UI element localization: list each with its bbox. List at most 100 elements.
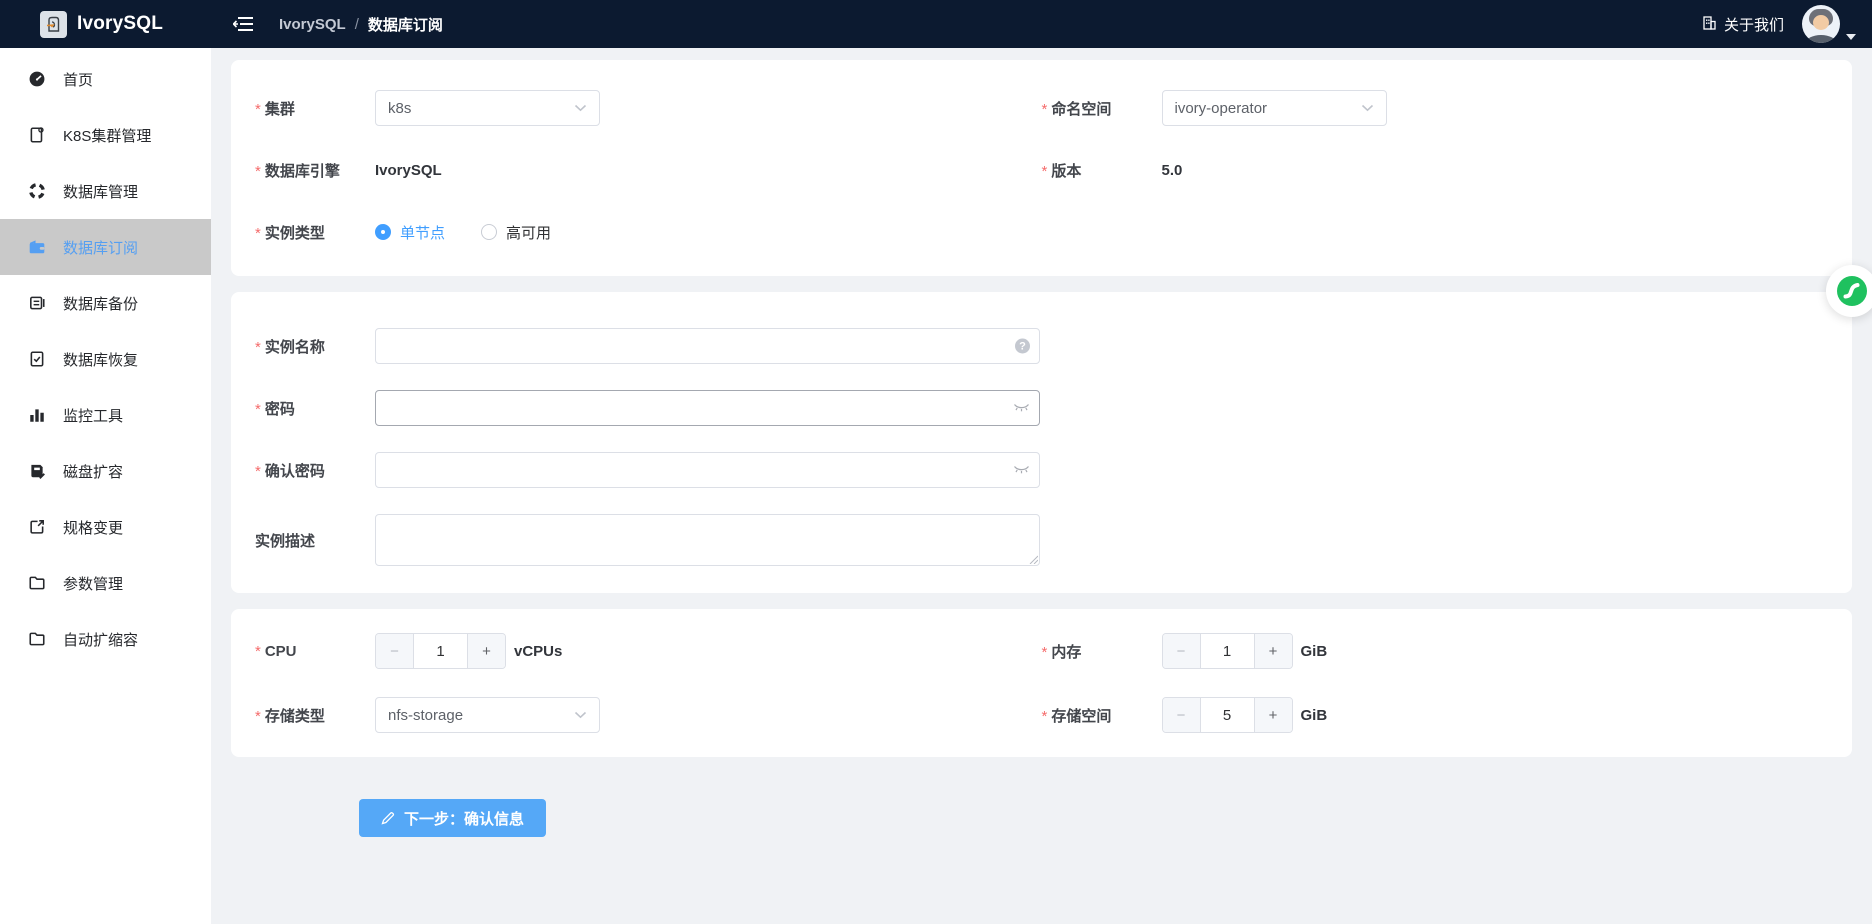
sidebar-item-label: K8S集群管理 xyxy=(63,125,151,146)
storage-type-select[interactable]: nfs-storage xyxy=(375,697,600,733)
radio-label: 单节点 xyxy=(400,222,445,243)
version-label: *版本 xyxy=(1042,160,1162,181)
help-icon[interactable]: ? xyxy=(1015,339,1030,354)
brand[interactable]: IvorySQL xyxy=(0,11,211,38)
breadcrumb: IvorySQL / 数据库订阅 xyxy=(279,14,443,35)
sidebar-item-label: 数据库管理 xyxy=(63,181,138,202)
namespace-label: *命名空间 xyxy=(1042,98,1162,119)
radio-label: 高可用 xyxy=(506,222,551,243)
sidebar-item-autoscale[interactable]: 自动扩缩容 xyxy=(0,611,211,667)
sidebar-item-param-manage[interactable]: 参数管理 xyxy=(0,555,211,611)
cpu-unit: vCPUs xyxy=(514,643,562,660)
sidebar-item-label: 监控工具 xyxy=(63,405,123,426)
description-label: 实例描述 xyxy=(255,530,375,551)
about-us-label: 关于我们 xyxy=(1724,14,1784,35)
basic-info-card: *集群 k8s *命名空间 ivory-operator *数据库引擎 Ivor… xyxy=(231,60,1852,276)
sidebar-item-database-restore[interactable]: 数据库恢复 xyxy=(0,331,211,387)
chevron-down-icon xyxy=(574,711,587,719)
monitor-tools-icon xyxy=(27,406,46,425)
memory-unit: GiB xyxy=(1301,643,1328,660)
storage-type-select-value: nfs-storage xyxy=(388,707,463,724)
increase-button[interactable]: + xyxy=(1254,698,1292,732)
decrease-button[interactable]: − xyxy=(1163,634,1201,668)
required-marker: * xyxy=(255,708,261,725)
required-marker: * xyxy=(255,643,261,660)
about-us-link[interactable]: 关于我们 xyxy=(1702,14,1784,35)
storage-type-row: *存储类型 nfs-storage xyxy=(255,697,1042,733)
cluster-select[interactable]: k8s xyxy=(375,90,600,126)
namespace-row: *命名空间 ivory-operator xyxy=(1042,90,1829,126)
memory-row: *内存 − 1 + GiB xyxy=(1042,633,1829,669)
sidebar-item-label: 规格变更 xyxy=(63,517,123,538)
required-marker: * xyxy=(1042,163,1048,180)
password-input[interactable] xyxy=(375,390,1040,426)
chevron-down-icon xyxy=(1846,34,1856,40)
cluster-row: *集群 k8s xyxy=(255,90,1042,126)
engine-value: IvorySQL xyxy=(375,162,442,179)
instance-type-label: *实例类型 xyxy=(255,222,375,243)
required-marker: * xyxy=(1042,101,1048,118)
required-marker: * xyxy=(255,401,261,418)
sidebar-item-home[interactable]: 首页 xyxy=(0,51,211,107)
collapse-sidebar-icon[interactable] xyxy=(233,16,253,32)
description-textarea[interactable] xyxy=(375,514,1040,566)
floating-helper-button[interactable] xyxy=(1826,265,1872,317)
storage-size-value[interactable]: 5 xyxy=(1201,698,1254,732)
decrease-button[interactable]: − xyxy=(376,634,414,668)
breadcrumb-separator: / xyxy=(355,16,359,33)
building-icon xyxy=(1702,15,1717,34)
cluster-select-value: k8s xyxy=(388,100,411,117)
namespace-select[interactable]: ivory-operator xyxy=(1162,90,1387,126)
sidebar-item-k8s-cluster[interactable]: K8S集群管理 xyxy=(0,107,211,163)
instance-name-input-wrap: ? xyxy=(375,328,1040,364)
memory-value[interactable]: 1 xyxy=(1201,634,1254,668)
storage-type-label: *存储类型 xyxy=(255,705,375,726)
sidebar-item-monitor-tools[interactable]: 监控工具 xyxy=(0,387,211,443)
required-marker: * xyxy=(255,225,261,242)
database-backup-icon xyxy=(27,294,46,313)
engine-label: *数据库引擎 xyxy=(255,160,375,181)
radio-high-availability[interactable]: 高可用 xyxy=(481,222,551,243)
instance-type-radio-group: 单节点 高可用 xyxy=(375,222,551,243)
version-value: 5.0 xyxy=(1162,162,1183,179)
sidebar-item-disk-expand[interactable]: 磁盘扩容 xyxy=(0,443,211,499)
cpu-row: *CPU − 1 + vCPUs xyxy=(255,633,1042,669)
sidebar-item-database-manage[interactable]: 数据库管理 xyxy=(0,163,211,219)
sidebar-item-database-backup[interactable]: 数据库备份 xyxy=(0,275,211,331)
edit-pencil-icon xyxy=(381,811,395,825)
instance-detail-card: *实例名称 ? *密码 *确认密码 xyxy=(231,292,1852,593)
sidebar-item-label: 数据库订阅 xyxy=(63,237,138,258)
storage-size-unit: GiB xyxy=(1301,707,1328,724)
increase-button[interactable]: + xyxy=(1254,634,1292,668)
breadcrumb-root[interactable]: IvorySQL xyxy=(279,16,346,33)
instance-type-row: *实例类型 单节点 高可用 xyxy=(255,214,1042,250)
cpu-stepper: − 1 + xyxy=(375,633,506,669)
engine-row: *数据库引擎 IvorySQL xyxy=(255,152,1042,188)
database-manage-icon xyxy=(27,182,46,201)
dashboard-icon xyxy=(27,70,46,89)
top-header: IvorySQL IvorySQL / 数据库订阅 xyxy=(0,0,1872,48)
avatar[interactable] xyxy=(1802,5,1840,43)
radio-icon xyxy=(375,224,391,240)
memory-stepper: − 1 + xyxy=(1162,633,1293,669)
sidebar-item-label: 自动扩缩容 xyxy=(63,629,138,650)
namespace-select-value: ivory-operator xyxy=(1175,100,1268,117)
required-marker: * xyxy=(255,339,261,356)
confirm-password-input-wrap xyxy=(375,452,1040,488)
next-step-button[interactable]: 下一步：确认信息 xyxy=(359,799,546,837)
cpu-label: *CPU xyxy=(255,643,375,660)
eye-closed-icon[interactable] xyxy=(1013,403,1030,414)
sidebar-item-spec-change[interactable]: 规格变更 xyxy=(0,499,211,555)
instance-name-input[interactable] xyxy=(375,328,1040,364)
confirm-password-input[interactable] xyxy=(375,452,1040,488)
eye-closed-icon[interactable] xyxy=(1013,465,1030,476)
increase-button[interactable]: + xyxy=(467,634,505,668)
radio-single-node[interactable]: 单节点 xyxy=(375,222,445,243)
cpu-value[interactable]: 1 xyxy=(414,634,467,668)
param-manage-icon xyxy=(27,574,46,593)
decrease-button[interactable]: − xyxy=(1163,698,1201,732)
version-row: *版本 5.0 xyxy=(1042,152,1829,188)
sidebar-item-database-subscription[interactable]: 数据库订阅 xyxy=(0,219,211,275)
k8s-cluster-icon xyxy=(27,126,46,145)
user-menu[interactable] xyxy=(1802,5,1856,43)
